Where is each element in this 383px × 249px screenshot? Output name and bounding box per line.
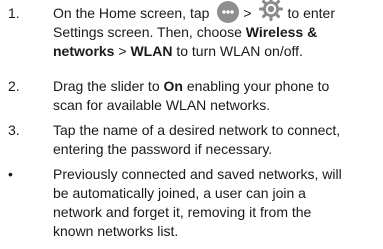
step-number: 3. bbox=[8, 122, 20, 138]
bullet-text: Previously connected and saved networks,… bbox=[53, 165, 378, 241]
wlan-instructions: 1. On the Home screen, tap > to enter Se… bbox=[0, 0, 383, 249]
step-text-segment: to turn WLAN on/off. bbox=[176, 43, 303, 59]
step-text: Drag the slider to On enabling your phon… bbox=[53, 77, 378, 115]
slider-state-on: On bbox=[163, 78, 183, 94]
step-text-segment: to enter bbox=[287, 5, 335, 21]
step-number: 1. bbox=[8, 5, 20, 21]
step-text: On the Home screen, tap > to enter Setti… bbox=[53, 0, 378, 61]
menu-path-networks: networks bbox=[53, 43, 115, 59]
step-number: 2. bbox=[8, 78, 20, 94]
separator-arrow: > bbox=[118, 43, 127, 59]
separator-arrow: > bbox=[243, 5, 252, 21]
step-text-segment: enabling your phone to bbox=[186, 78, 330, 94]
step-text: Tap the name of a desired network to con… bbox=[53, 121, 378, 159]
bullet-text-line: be automatically joined, a user can join… bbox=[53, 185, 306, 201]
step-text-segment: entering the password if necessary. bbox=[53, 141, 273, 157]
bullet-text-line: known networks list. bbox=[53, 223, 179, 239]
menu-path-wlan: WLAN bbox=[130, 43, 173, 59]
bullet-marker: • bbox=[8, 166, 13, 182]
step-text-segment: Settings screen. Then, choose bbox=[53, 24, 242, 40]
apps-launcher-icon bbox=[217, 1, 240, 24]
menu-path-wireless: Wireless & bbox=[245, 24, 318, 40]
step-text-segment: Tap the name of a desired network to con… bbox=[53, 122, 341, 138]
gear-icon bbox=[258, 0, 283, 22]
bullet-text-line: network and forget it, removing it from … bbox=[53, 204, 312, 220]
step-text-segment: On the Home screen, tap bbox=[53, 5, 210, 21]
step-text-segment: Drag the slider to bbox=[53, 78, 160, 94]
bullet-text-line: Previously connected and saved networks,… bbox=[53, 166, 342, 182]
step-text-segment: scan for available WLAN networks. bbox=[53, 97, 271, 113]
